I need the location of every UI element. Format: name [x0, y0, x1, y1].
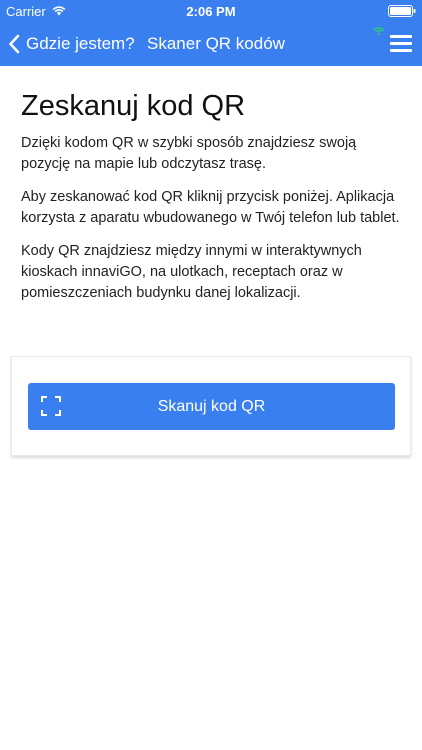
main-content: Zeskanuj kod QR Dzięki kodom QR w szybki… — [21, 66, 405, 304]
hamburger-menu-icon[interactable] — [388, 32, 414, 54]
page-title: Zeskanuj kod QR — [21, 90, 246, 122]
app-header: Carrier 2:06 PM Gdzie jestem? Skaner QR … — [0, 0, 422, 66]
navigation-bar: Gdzie jestem? Skaner QR kodów — [0, 22, 422, 66]
signal-icon — [373, 27, 385, 36]
chevron-left-icon — [9, 34, 20, 54]
intro-paragraph: Dzięki kodom QR w szybki sposób znajdzie… — [21, 135, 357, 172]
status-bar: Carrier 2:06 PM — [0, 0, 422, 22]
scan-qr-button-label: Skanuj kod QR — [157, 397, 266, 415]
back-button[interactable]: Gdzie jestem? — [8, 30, 135, 58]
back-button-label: Gdzie jestem? — [26, 34, 135, 53]
scan-frame-icon — [41, 396, 61, 416]
nav-title: Skaner QR kodów — [147, 34, 285, 53]
scan-qr-button[interactable]: Skanuj kod QR — [28, 383, 395, 430]
instructions-paragraph: Aby zeskanować kod QR kliknij przycisk p… — [21, 189, 400, 226]
locations-paragraph: Kody QR znajdziesz między innymi w inter… — [21, 243, 362, 301]
battery-icon — [388, 5, 416, 17]
scan-card: Skanuj kod QR — [11, 356, 411, 456]
clock: 2:06 PM — [186, 4, 236, 19]
